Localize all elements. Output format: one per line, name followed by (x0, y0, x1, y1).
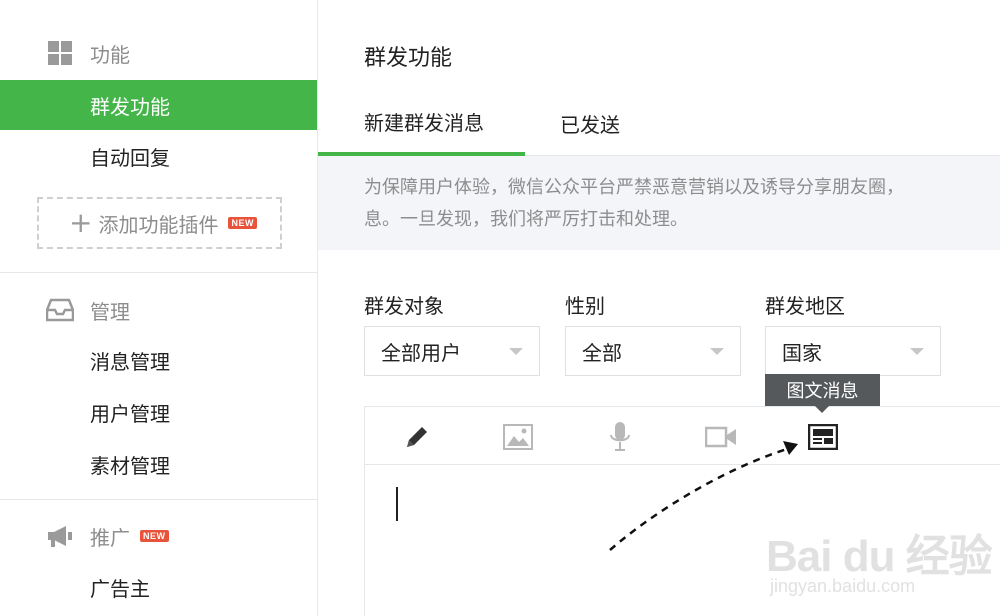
watermark: Bai du 经验 jingyan.baidu.com (766, 510, 996, 610)
watermark-brand: Bai du 经验 (766, 532, 993, 581)
watermark-url: jingyan.baidu.com (770, 576, 916, 596)
